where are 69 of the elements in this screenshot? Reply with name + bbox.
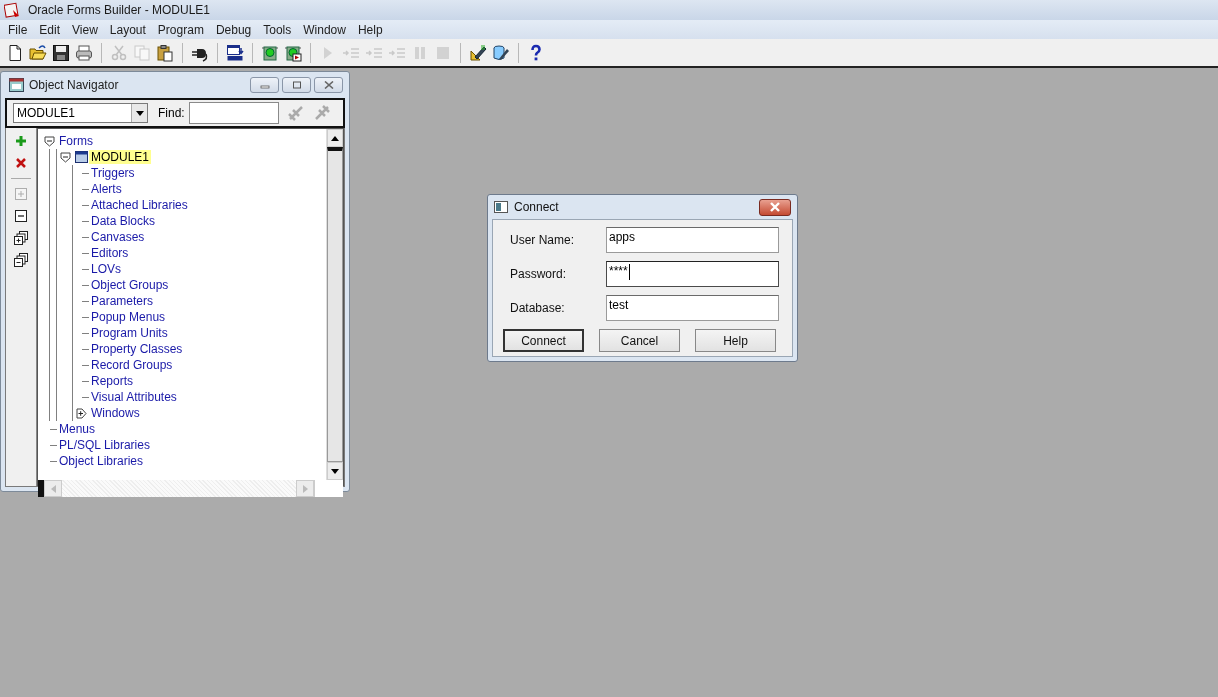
arrow-down-icon[interactable]	[331, 468, 339, 474]
menu-item[interactable]: Help	[351, 22, 389, 37]
collapse-icon[interactable]	[14, 209, 28, 223]
app-icon	[4, 2, 20, 18]
cross-icon[interactable]	[14, 156, 28, 170]
caret-icon	[135, 110, 144, 116]
close-button[interactable]	[759, 198, 791, 216]
dialog-button[interactable]: Help	[695, 329, 776, 352]
menu-item[interactable]: View	[66, 22, 104, 37]
window-title: Oracle Forms Builder - MODULE1	[28, 3, 211, 17]
vertical-scrollbar[interactable]	[326, 129, 343, 480]
expand-toggle-icon[interactable]	[76, 407, 87, 419]
dialog-button[interactable]: Connect	[503, 329, 584, 352]
find-label: Find:	[158, 106, 185, 120]
menu-item[interactable]: Layout	[103, 22, 152, 37]
field-label: User Name:	[510, 233, 575, 247]
menu-item[interactable]: Tools	[257, 22, 298, 37]
scrollbar-thumb[interactable]	[38, 480, 44, 497]
plus-icon[interactable]	[14, 134, 28, 148]
expand-all-icon[interactable]	[14, 231, 28, 245]
tree-item[interactable]: Data Blocks	[89, 214, 158, 228]
navigator-icon	[9, 78, 24, 92]
tree-item[interactable]: Menus	[57, 422, 98, 436]
tree-item[interactable]: Editors	[89, 246, 131, 260]
menu-item[interactable]: Window	[297, 22, 352, 37]
tree-item[interactable]: Object Libraries	[57, 454, 146, 468]
close-icon	[323, 81, 334, 89]
window-title: Object Navigator	[29, 78, 120, 92]
tree-item[interactable]: Attached Libraries	[89, 198, 190, 212]
maximize-button[interactable]	[282, 77, 311, 93]
collapse-toggle-icon[interactable]	[60, 151, 71, 163]
tree-item[interactable]: Windows	[89, 406, 142, 420]
module-dropdown[interactable]: MODULE1	[13, 103, 148, 123]
close-icon	[769, 202, 781, 212]
tree-item[interactable]: Forms	[57, 134, 95, 148]
close-button[interactable]	[314, 77, 343, 93]
input-field[interactable]: test	[606, 295, 779, 321]
tree-item[interactable]: Alerts	[89, 182, 124, 196]
tree-item[interactable]: Object Groups	[89, 278, 171, 292]
tree-item[interactable]: Record Groups	[89, 358, 175, 372]
input-field[interactable]: apps	[606, 227, 779, 253]
tree-item[interactable]: LOVs	[89, 262, 123, 276]
collapse-toggle-icon[interactable]	[44, 135, 55, 147]
maximize-icon	[291, 81, 302, 89]
dialog-title: Connect	[514, 200, 560, 214]
tree-item[interactable]: Visual Attributes	[89, 390, 179, 404]
window-icon	[494, 201, 508, 213]
horizontal-scrollbar[interactable]	[38, 480, 343, 497]
menu-item[interactable]: Debug	[209, 22, 258, 37]
tree-item[interactable]: Triggers	[89, 166, 137, 180]
tree-item[interactable]: MODULE1	[89, 150, 151, 164]
tree-item[interactable]: Property Classes	[89, 342, 185, 356]
field-label: Database:	[510, 301, 566, 315]
tree-item[interactable]: Popup Menus	[89, 310, 168, 324]
menu-item[interactable]: File	[2, 22, 34, 37]
arrow-up-icon[interactable]	[331, 135, 339, 141]
tree-item[interactable]: PL/SQL Libraries	[57, 438, 152, 452]
collapse-all-icon[interactable]	[14, 253, 28, 267]
tree-item[interactable]: Parameters	[89, 294, 156, 308]
tree-item[interactable]: Canvases	[89, 230, 147, 244]
tree-item[interactable]: Program Units	[89, 326, 170, 340]
tree-item[interactable]: Reports	[89, 374, 136, 388]
form-module-icon	[75, 151, 88, 163]
field-label: Password:	[510, 267, 568, 281]
dialog-button[interactable]: Cancel	[599, 329, 680, 352]
menu-item[interactable]: Program	[151, 22, 210, 37]
input-field[interactable]: ****	[606, 261, 779, 287]
find-field[interactable]	[188, 102, 279, 124]
menu-item[interactable]: Edit	[33, 22, 67, 37]
